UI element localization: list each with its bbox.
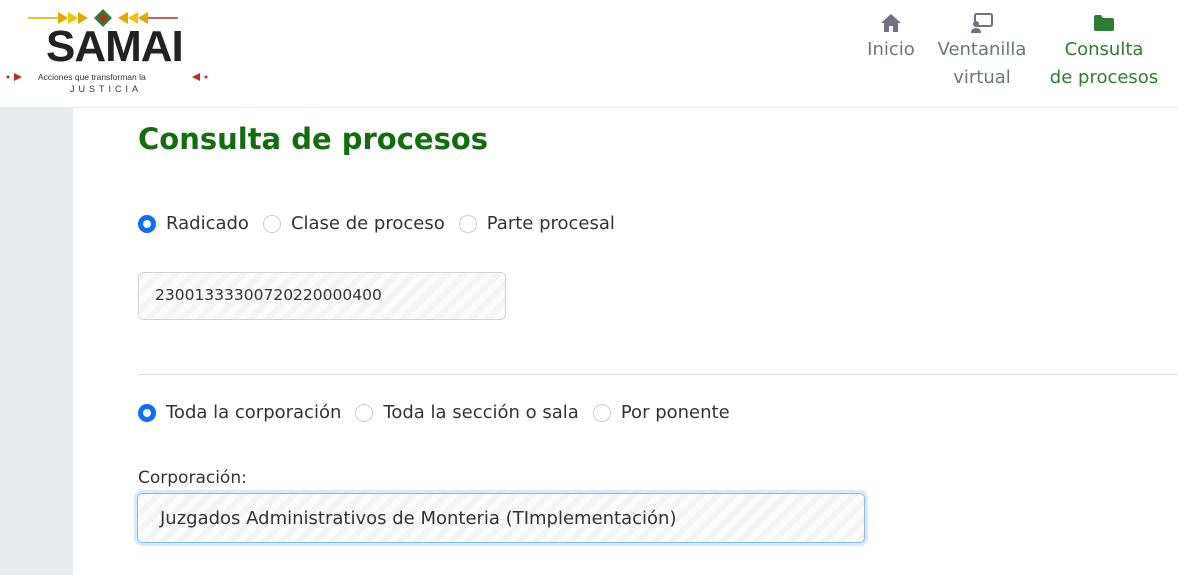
section-divider: [138, 374, 1178, 375]
radio-radicado[interactable]: Radicado: [138, 213, 249, 234]
logo-tagline: Acciones que transforman la: [38, 72, 146, 82]
nav-item-ventanilla-virtual[interactable]: Ventanilla virtual: [932, 12, 1032, 92]
nav-label-line2: virtual: [953, 67, 1011, 88]
nav-item-consulta-procesos[interactable]: Consulta de procesos: [1046, 12, 1162, 92]
radio-checked-icon[interactable]: [138, 214, 156, 233]
radio-label: Parte procesal: [486, 213, 615, 234]
radio-toda-la-seccion-o-sala[interactable]: Toda la sección o sala: [355, 402, 579, 423]
radio-label: Radicado: [166, 213, 249, 234]
radio-unchecked-icon[interactable]: [592, 403, 611, 422]
top-header: SAMAI Acciones que transforman la JUSTIC…: [0, 0, 1178, 108]
radio-label: Por ponente: [620, 402, 730, 423]
radio-clase-de-proceso[interactable]: Clase de proceso: [262, 213, 445, 234]
arrow-left-icon: [192, 73, 208, 81]
logo-subtitle: JUSTICIA: [70, 84, 143, 94]
radio-toda-la-corporacion[interactable]: Toda la corporación: [138, 402, 341, 423]
nav-label-line1: Ventanilla: [937, 39, 1027, 60]
page-title: Consulta de procesos: [138, 122, 489, 156]
radio-label: Toda la sección o sala: [383, 402, 579, 423]
nav-item-inicio[interactable]: Inicio: [863, 12, 919, 64]
radio-unchecked-icon[interactable]: [355, 403, 374, 422]
folder-icon: [1094, 15, 1114, 31]
samai-logo[interactable]: SAMAI Acciones que transforman la JUSTIC…: [6, 8, 208, 100]
radio-unchecked-icon[interactable]: [262, 214, 281, 233]
radio-checked-icon[interactable]: [138, 403, 156, 422]
nav-label-line1: Consulta: [1064, 39, 1144, 60]
radicado-input[interactable]: 23001333300720220000400: [138, 272, 506, 320]
home-icon: [881, 14, 901, 32]
corporacion-input[interactable]: Juzgados Administrativos de Monteria (TI…: [137, 493, 865, 543]
radio-label: Toda la corporación: [166, 402, 342, 423]
radio-unchecked-icon[interactable]: [458, 214, 477, 233]
search-type-radio-group: Radicado Clase de proceso Parte procesal: [138, 213, 629, 234]
side-strip: [0, 108, 73, 575]
corporacion-label: Corporación:: [138, 468, 247, 488]
radio-parte-procesal[interactable]: Parte procesal: [458, 213, 615, 234]
arrow-right-icon: [6, 73, 22, 81]
nav-label: Inicio: [867, 39, 915, 60]
nav-label-line2: de procesos: [1049, 67, 1159, 88]
radio-por-ponente[interactable]: Por ponente: [592, 402, 730, 423]
desktop-user-icon: [971, 13, 993, 33]
scope-radio-group: Toda la corporación Toda la sección o sa…: [138, 402, 744, 423]
logo-title: SAMAI: [46, 22, 184, 71]
radio-label: Clase de proceso: [290, 213, 445, 234]
